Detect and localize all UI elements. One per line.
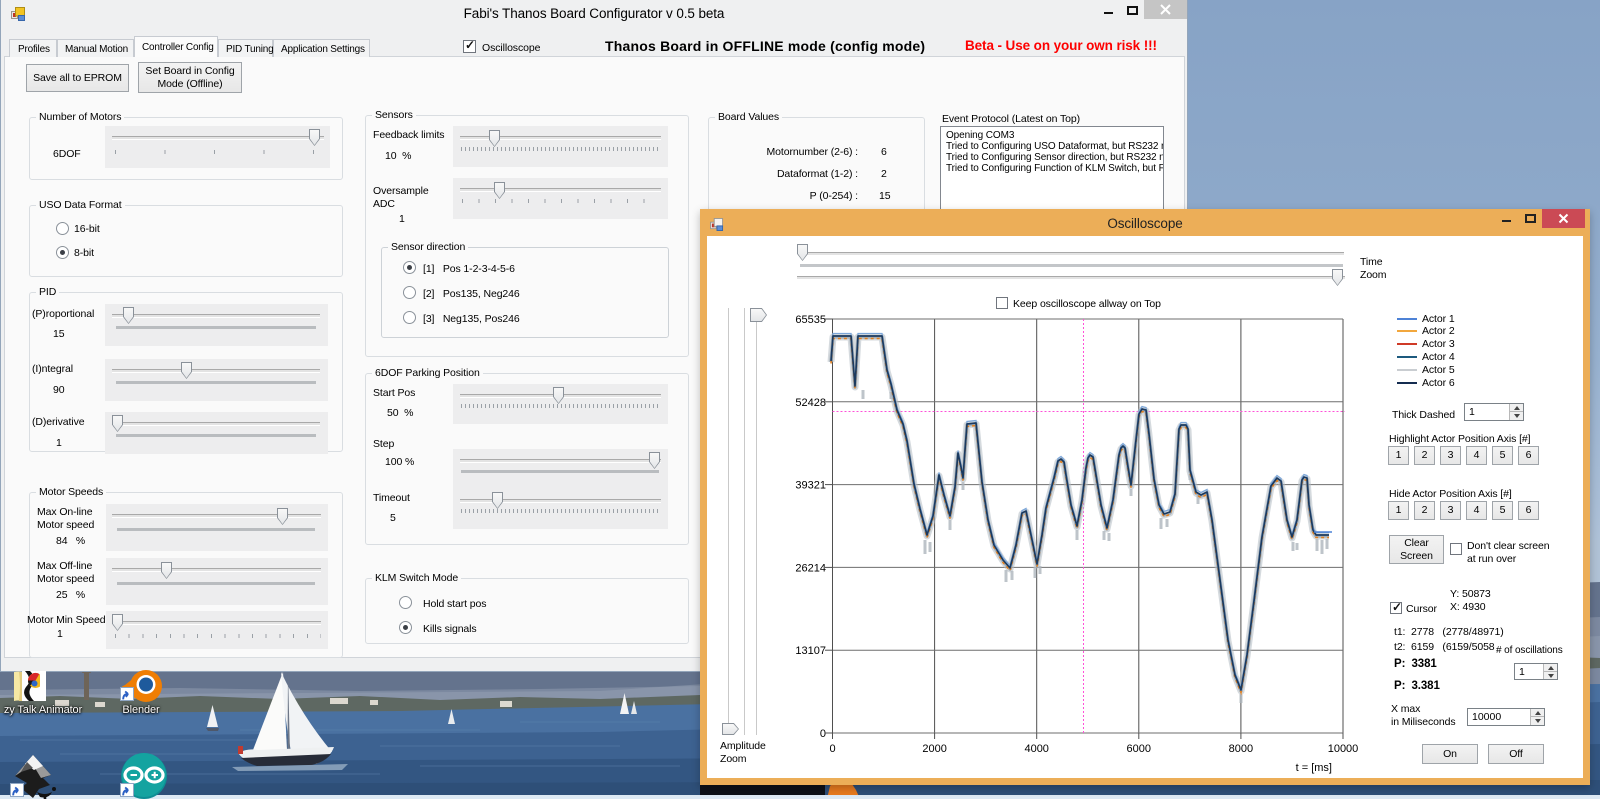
svg-text:39321: 39321 [795, 480, 826, 492]
svg-text:0: 0 [829, 743, 835, 755]
svg-text:t = [ms]: t = [ms] [1296, 762, 1332, 774]
svg-text:65535: 65535 [795, 314, 826, 326]
svg-text:13107: 13107 [795, 645, 826, 657]
svg-text:2000: 2000 [922, 743, 946, 755]
svg-text:6000: 6000 [1127, 743, 1151, 755]
svg-text:8000: 8000 [1229, 743, 1253, 755]
svg-text:26214: 26214 [795, 562, 826, 574]
svg-text:52428: 52428 [795, 397, 826, 409]
svg-text:0: 0 [820, 728, 826, 740]
svg-text:10000: 10000 [1328, 743, 1359, 755]
svg-text:4000: 4000 [1024, 743, 1048, 755]
